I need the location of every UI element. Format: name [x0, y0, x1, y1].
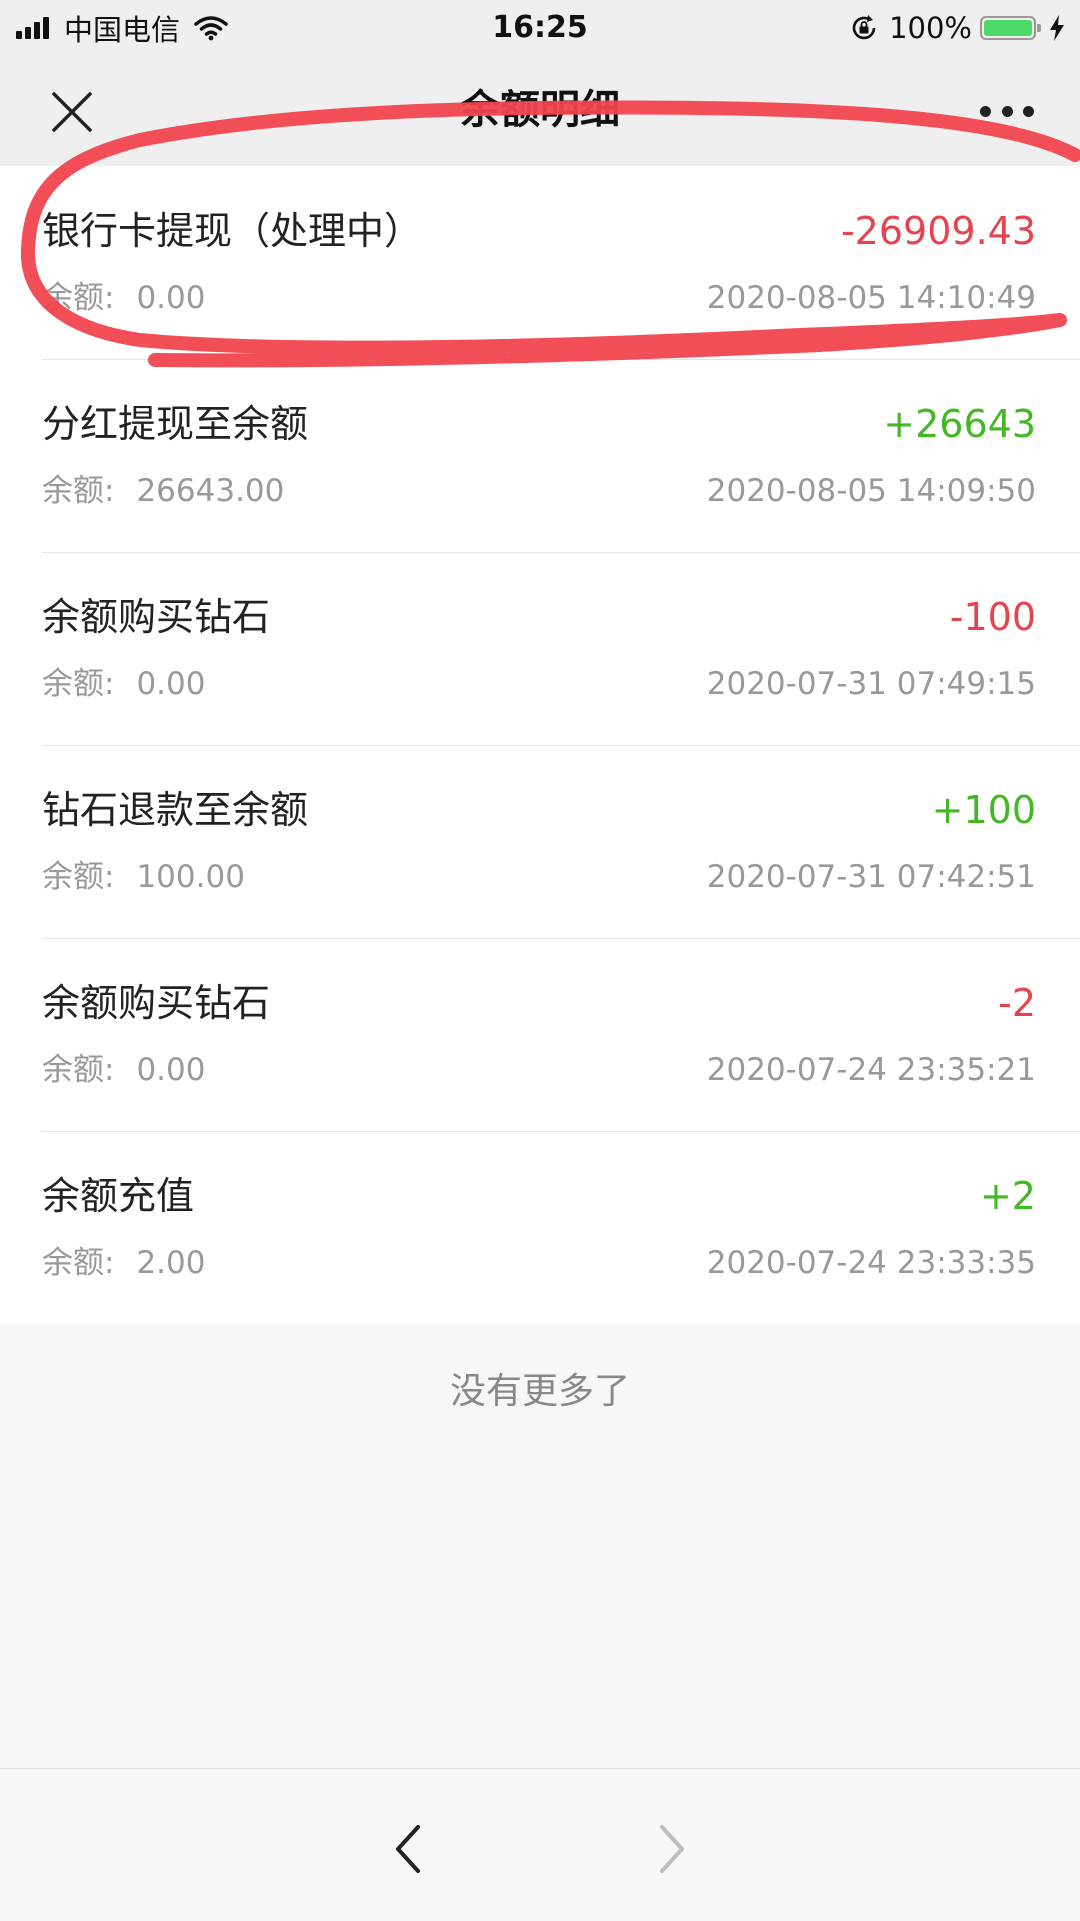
transaction-balance: 余额: 0.00: [42, 662, 205, 706]
transaction-balance: 余额: 0.00: [42, 276, 205, 320]
bottom-toolbar: [0, 1768, 1080, 1921]
transaction-title: 分红提现至余额: [42, 402, 309, 446]
balance-label: 余额:: [42, 473, 115, 509]
page-title: 余额明细: [460, 87, 620, 133]
balance-value: 100.00: [136, 859, 245, 895]
transaction-time: 2020-07-24 23:35:21: [706, 1052, 1036, 1088]
transaction-amount: -26909.43: [840, 209, 1036, 253]
transaction-time: 2020-07-31 07:42:51: [706, 859, 1036, 895]
transaction-row[interactable]: 余额充值 +2 余额: 2.00 2020-07-24 23:33:35: [0, 1131, 1080, 1324]
transaction-amount: -2: [998, 981, 1036, 1025]
status-bar: 中国电信 16:25 100%: [0, 0, 1080, 56]
transaction-time: 2020-08-05 14:10:49: [706, 280, 1036, 316]
transaction-amount: +2: [979, 1174, 1036, 1218]
chevron-left-icon[interactable]: [384, 1821, 432, 1877]
transaction-amount: +26643: [883, 402, 1036, 446]
transaction-title: 银行卡提现（处理中）: [42, 209, 423, 253]
balance-label: 余额:: [42, 666, 115, 702]
more-icon[interactable]: [980, 106, 1034, 120]
transaction-balance: 余额: 26643.00: [42, 469, 284, 513]
transaction-balance: 余额: 2.00: [42, 1241, 205, 1285]
balance-label: 余额:: [42, 1052, 115, 1088]
transaction-title: 余额充值: [42, 1174, 195, 1218]
transaction-title: 钻石退款至余额: [42, 788, 309, 832]
battery-percent: 100%: [889, 11, 972, 45]
transaction-amount: +100: [931, 788, 1036, 832]
balance-label: 余额:: [42, 859, 115, 895]
transaction-time: 2020-08-05 14:09:50: [706, 473, 1036, 509]
transaction-row[interactable]: 银行卡提现（处理中） -26909.43 余额: 0.00 2020-08-05 …: [0, 166, 1080, 359]
chevron-right-icon[interactable]: [648, 1821, 696, 1877]
transaction-time: 2020-07-31 07:49:15: [706, 666, 1036, 702]
transaction-row[interactable]: 余额购买钻石 -2 余额: 0.00 2020-07-24 23:35:21: [0, 938, 1080, 1131]
transaction-row[interactable]: 钻石退款至余额 +100 余额: 100.00 2020-07-31 07:42:…: [0, 745, 1080, 938]
balance-value: 0.00: [136, 666, 206, 702]
balance-value: 0.00: [136, 1052, 206, 1088]
no-more-text: 没有更多了: [449, 1371, 630, 1412]
charging-icon: [1050, 15, 1064, 41]
transaction-balance: 余额: 0.00: [42, 1048, 205, 1092]
transaction-amount: -100: [949, 595, 1036, 639]
transaction-row[interactable]: 余额购买钻石 -100 余额: 0.00 2020-07-31 07:49:15: [0, 552, 1080, 745]
transaction-title: 余额购买钻石: [42, 595, 271, 639]
battery-icon: [980, 16, 1041, 40]
transaction-list: 银行卡提现（处理中） -26909.43 余额: 0.00 2020-08-05 …: [0, 166, 1080, 1324]
nav-bar: 余额明细: [0, 56, 1080, 166]
orientation-lock-icon: [852, 15, 876, 40]
balance-label: 余额:: [42, 280, 115, 316]
transaction-time: 2020-07-24 23:33:35: [706, 1245, 1036, 1281]
balance-value: 26643.00: [136, 473, 285, 509]
status-right: 100%: [849, 8, 1066, 48]
transaction-title: 余额购买钻石: [42, 981, 271, 1025]
balance-value: 0.00: [136, 280, 206, 316]
transaction-row[interactable]: 分红提现至余额 +26643 余额: 26643.00 2020-08-05 14…: [0, 359, 1080, 552]
transaction-balance: 余额: 100.00: [42, 855, 245, 899]
balance-label: 余额:: [42, 1245, 115, 1281]
balance-value: 2.00: [136, 1245, 206, 1281]
